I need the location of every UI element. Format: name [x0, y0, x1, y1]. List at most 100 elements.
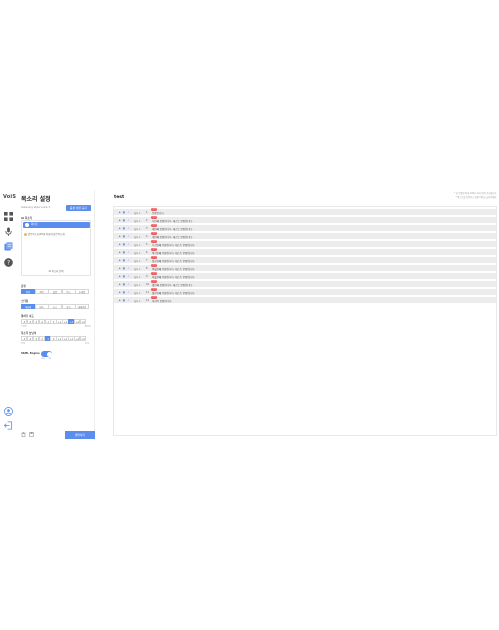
emotion-tag[interactable]: 감정	[151, 287, 158, 291]
sentence-text[interactable]: 열번째 문장입니다. 테스트 문장입니다.	[152, 283, 193, 287]
sentence-text[interactable]: 일곱번째 문장입니다. 테스트 문장입니다.	[152, 259, 195, 263]
sentence-row[interactable]: ▶ ■ ↓ 화자 1 10 감정 열번째 문장입니다. 테스트 문장입니다.	[114, 279, 496, 289]
sentence-text[interactable]: 다섯번째 문장입니다. 테스트 문장입니다.	[152, 243, 195, 247]
sentence-text[interactable]: 네번째 문장입니다. 테스트 문장입니다.	[152, 235, 193, 239]
emotion-tag[interactable]: 감정	[151, 271, 158, 275]
emotion-tag[interactable]: 감정	[151, 231, 158, 235]
style-option[interactable]: 대화체	[21, 304, 35, 309]
sentence-text[interactable]: 문장입니다.	[152, 211, 164, 215]
emotion-option[interactable]: 분노	[61, 289, 76, 294]
emotion-tag[interactable]: 감정	[151, 295, 158, 299]
pitch-option[interactable]: +5	[79, 336, 87, 341]
sentence-text[interactable]: 여섯번째 문장입니다. 테스트 문장입니다.	[152, 251, 195, 255]
microphone-icon[interactable]	[4, 227, 13, 236]
style-option[interactable]: 광고	[61, 304, 76, 309]
voice-list-item[interactable]: 밝은목소리(20대 여성의 밝은목소리)	[24, 232, 65, 236]
delete-icon[interactable]	[21, 432, 26, 437]
emotion-tag[interactable]: 감정	[151, 263, 158, 267]
emotion-tag[interactable]: 감정	[151, 239, 158, 243]
pitch-min-caption: 낮게	[21, 343, 25, 345]
selected-voice-item[interactable]: 화이트	[23, 222, 90, 228]
emotion-tag[interactable]: 감정	[151, 247, 158, 251]
sentence-number: 1	[146, 211, 148, 214]
style-option[interactable]: 낭독	[34, 304, 49, 309]
sentence-text[interactable]: 아홉번째 문장입니다. 테스트 문장입니다.	[152, 275, 195, 279]
emotion-tag[interactable]: 감정	[151, 279, 158, 283]
help-icon[interactable]: ?	[4, 258, 13, 267]
sentence-editor[interactable]: ▶ ■ ↓ 화자 1 1 감정 문장입니다. ▶ ■ ↓ 화자 1 2 감정 두번째 문장입니다.…	[113, 206, 497, 436]
playback-controls[interactable]: ▶ ■ ↓	[119, 267, 130, 270]
sentence-row[interactable]: ▶ ■ ↓ 화자 1 5 감정 다섯번째 문장입니다. 테스트 문장입니다.	[114, 239, 496, 249]
style-option[interactable]: 뉴스	[48, 304, 62, 309]
sentence-row[interactable]: ▶ ■ ↓ 화자 1 9 감정 아홉번째 문장입니다. 테스트 문장입니다.	[114, 271, 496, 281]
sentence-text[interactable]: 마지막 문장입니다.	[152, 299, 172, 303]
emotion-tag[interactable]: 감정	[151, 255, 158, 259]
playback-controls[interactable]: ▶ ■ ↓	[119, 259, 130, 262]
sentence-number: 4	[146, 235, 148, 238]
toggle-on-caption: ON	[48, 358, 52, 360]
speaker-label[interactable]: 화자 1	[134, 283, 140, 287]
sentence-row[interactable]: ▶ ■ ↓ 화자 1 8 감정 여덟번째 문장입니다. 테스트 문장입니다.	[114, 263, 496, 273]
sentence-row[interactable]: ▶ ■ ↓ 화자 1 6 감정 여섯번째 문장입니다. 테스트 문장입니다.	[114, 247, 496, 257]
convert-button[interactable]: 변환하기	[65, 431, 95, 439]
speed-option[interactable]: +5	[79, 319, 87, 324]
main-area: test * 한 문장당 최대 100자 까지 입력 가능합니다. * 텍스트를…	[95, 190, 499, 440]
sentence-number: 10	[146, 283, 149, 286]
speaker-label[interactable]: 화자 1	[134, 235, 140, 239]
playback-controls[interactable]: ▶ ■ ↓	[119, 211, 130, 214]
playback-controls[interactable]: ▶ ■ ↓	[119, 243, 130, 246]
sentence-row[interactable]: ▶ ■ ↓ 화자 1 4 감정 네번째 문장입니다. 테스트 문장입니다.	[114, 231, 496, 241]
document-title[interactable]: test	[114, 195, 124, 200]
emotion-tag[interactable]: 감정	[151, 215, 158, 219]
sentence-text[interactable]: 열한번째 문장입니다. 테스트 문장입니다.	[152, 291, 195, 295]
emotion-option[interactable]: 중립	[21, 289, 35, 294]
speaker-label[interactable]: 화자 1	[134, 267, 140, 271]
style-option[interactable]: 내레이션	[75, 304, 89, 309]
emotion-option[interactable]: 슬픔	[48, 289, 62, 294]
sentence-number: 6	[146, 251, 148, 254]
speed-label: 말하기 속도	[21, 315, 34, 318]
emotion-tag[interactable]: 감정	[151, 223, 158, 227]
sentence-row[interactable]: ▶ ■ ↓ 화자 1 7 감정 일곱번째 문장입니다. 테스트 문장입니다.	[114, 255, 496, 265]
speaker-label[interactable]: 화자 1	[134, 259, 140, 263]
save-icon[interactable]	[29, 432, 34, 437]
sentence-text[interactable]: 두번째 문장입니다. 테스트 문장입니다.	[152, 219, 193, 223]
playback-controls[interactable]: ▶ ■ ↓	[119, 251, 130, 254]
dashboard-icon[interactable]	[4, 212, 13, 221]
speaker-label[interactable]: 화자 1	[134, 211, 140, 215]
documents-icon[interactable]	[4, 242, 13, 251]
left-rail: VoiS ?	[0, 190, 16, 440]
playback-controls[interactable]: ▶ ■ ↓	[119, 283, 130, 286]
speaker-label[interactable]: 화자 1	[134, 219, 140, 223]
speaker-label[interactable]: 화자 1	[134, 251, 140, 255]
sentence-row[interactable]: ▶ ■ ↓ 화자 1 11 감정 열한번째 문장입니다. 테스트 문장입니다.	[114, 287, 496, 297]
ssml-toggle[interactable]	[41, 351, 52, 357]
emotion-segment: 중립 행복 슬픔 분노 두려움	[21, 289, 89, 294]
speaker-label[interactable]: 화자 1	[134, 291, 140, 295]
sample-listen-button[interactable]: 음성 샘플 듣기	[66, 205, 91, 211]
playback-controls[interactable]: ▶ ■ ↓	[119, 299, 130, 302]
playback-controls[interactable]: ▶ ■ ↓	[119, 227, 130, 230]
sentence-text[interactable]: 세번째 문장입니다. 테스트 문장입니다.	[152, 227, 193, 231]
playback-controls[interactable]: ▶ ■ ↓	[119, 219, 130, 222]
account-icon[interactable]	[4, 407, 13, 416]
sentence-row[interactable]: ▶ ■ ↓ 화자 1 2 감정 두번째 문장입니다. 테스트 문장입니다.	[114, 215, 496, 225]
playback-controls[interactable]: ▶ ■ ↓	[119, 275, 130, 278]
emotion-tag[interactable]: 감정	[151, 207, 158, 211]
speaker-label[interactable]: 화자 1	[134, 299, 140, 303]
speaker-label[interactable]: 화자 1	[134, 275, 140, 279]
voice-select-link[interactable]: AI 목소리 선택	[22, 269, 90, 273]
emotion-option[interactable]: 행복	[34, 289, 49, 294]
speaker-label[interactable]: 화자 1	[134, 243, 140, 247]
playback-controls[interactable]: ▶ ■ ↓	[119, 235, 130, 238]
emotion-option[interactable]: 두려움	[75, 289, 89, 294]
sentence-row[interactable]: ▶ ■ ↓ 화자 1 3 감정 세번째 문장입니다. 테스트 문장입니다.	[114, 223, 496, 233]
speaker-label[interactable]: 화자 1	[134, 227, 140, 231]
sentence-row[interactable]: ▶ ■ ↓ 화자 1 12 감정 마지막 문장입니다.	[114, 295, 496, 305]
playback-controls[interactable]: ▶ ■ ↓	[119, 291, 130, 294]
sentence-number: 11	[146, 291, 149, 294]
brand-logo[interactable]: VoiS	[3, 194, 16, 200]
sentence-row[interactable]: ▶ ■ ↓ 화자 1 1 감정 문장입니다.	[114, 207, 496, 217]
logout-icon[interactable]	[4, 421, 13, 430]
sentence-text[interactable]: 여덟번째 문장입니다. 테스트 문장입니다.	[152, 267, 195, 271]
